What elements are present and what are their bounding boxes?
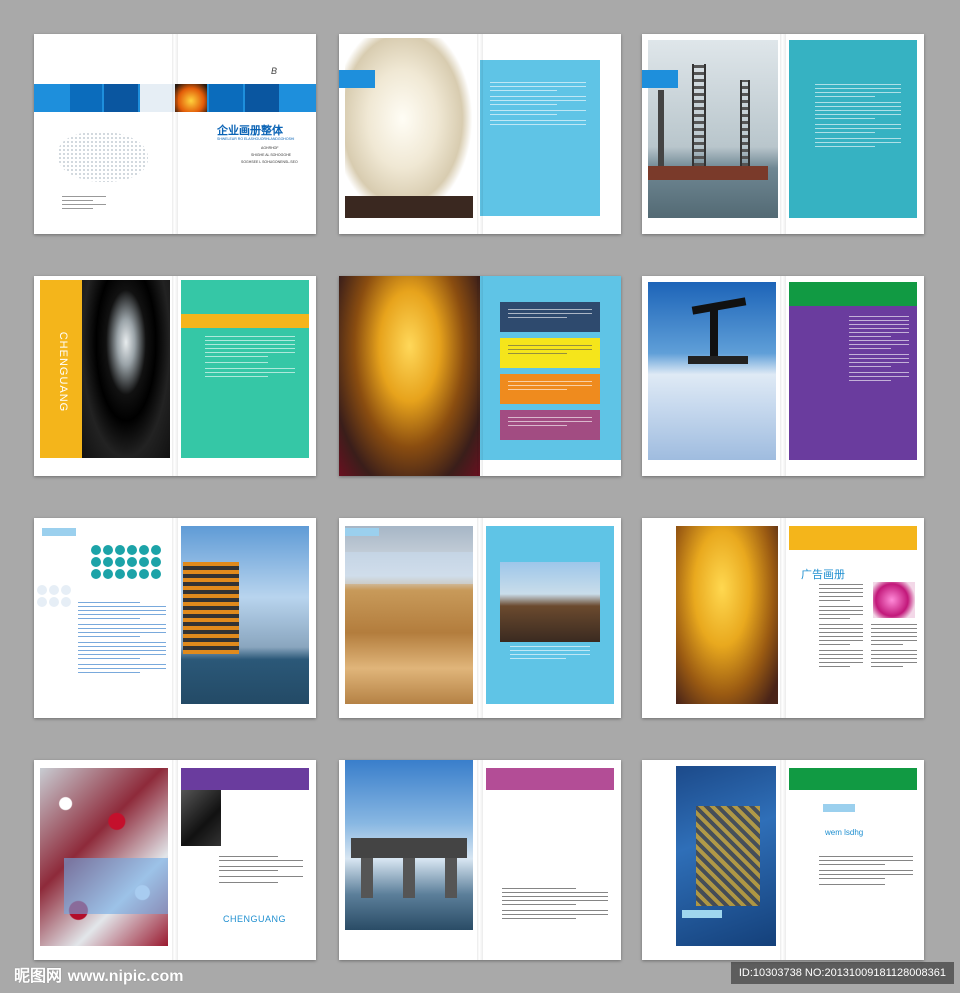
- purple-bar: [181, 768, 309, 790]
- rig-text-panel: [789, 40, 917, 218]
- amber-stone-photo: [676, 526, 778, 704]
- watermark-logo: 昵图网 www.nipic.com: [14, 962, 183, 986]
- brochure-title: 企业画册整体: [217, 125, 283, 137]
- blue-tab: [642, 70, 678, 88]
- purple-panel: [789, 306, 917, 460]
- magenta-bar: [486, 768, 614, 790]
- world-map-dots: [58, 132, 148, 182]
- cover-right-page: B 企业画册整体 SHWELEUR RO ELASHGUORHLANDGOHOS…: [175, 34, 316, 234]
- watermark-cn: 昵图网: [14, 966, 63, 985]
- gem-thumb: [873, 582, 915, 618]
- semisub-left-page: [339, 760, 480, 960]
- jade-carving-photo: [345, 38, 473, 218]
- yellow-box: [500, 338, 600, 368]
- semisub-right-page: [480, 760, 621, 960]
- diamond-coal-photo: [82, 280, 170, 458]
- amber-photo: [339, 276, 480, 476]
- jade-text-panel: [480, 60, 600, 216]
- coal-thumb: [181, 790, 221, 846]
- light-blue-tab: [823, 804, 855, 812]
- ad-left-page: [642, 518, 783, 718]
- wem-label: wem lsdhg: [825, 828, 864, 837]
- spread-jade: [339, 34, 621, 234]
- spread-dots: [34, 518, 316, 718]
- spread-desert: [339, 518, 621, 718]
- cover-blue-band: [34, 84, 175, 112]
- desert-dunes-photo: [345, 526, 473, 704]
- rig-left-page: [642, 34, 783, 234]
- offshore-right-page: wem lsdhg: [783, 760, 924, 960]
- offshore-aerial-photo: [676, 766, 776, 946]
- platform-sea-photo: [181, 526, 309, 704]
- gems-right-page: CHENGUANG: [175, 760, 316, 960]
- cover-sub-line-0: SHWELEUR RO ELASHGUORHLANDGOHOSHI: [217, 137, 295, 141]
- desert-right-page: [480, 518, 621, 718]
- pale-dot-grid: [36, 584, 76, 608]
- spread-offshore: wem lsdhg: [642, 760, 924, 960]
- watermark-site: www.nipic.com: [67, 968, 184, 985]
- spread-cover: B 企业画册整体 SHWELEUR RO ELASHGUORHLANDGOHOS…: [34, 34, 316, 234]
- light-blue-tab: [42, 528, 76, 536]
- ad-heading: 广告画册: [801, 569, 845, 581]
- diamond-right-page: [175, 276, 316, 476]
- teal-dot-grid: [90, 544, 162, 580]
- navy-box: [500, 302, 600, 332]
- oil-rig-photo: [648, 40, 778, 218]
- cover-sub-line-1: AGHRHOF: [261, 146, 279, 150]
- blue-panel: [486, 526, 614, 704]
- watermark-id: ID:10303738 NO:20131009181128008361: [730, 962, 954, 984]
- green-bar: [789, 768, 917, 790]
- offshore-left-page: [642, 760, 783, 960]
- cover-left-page: [34, 34, 175, 234]
- pumpjack-left-page: [642, 276, 783, 476]
- ad-right-page: 广告画册: [783, 518, 924, 718]
- spread-ad: 广告画册: [642, 518, 924, 718]
- diamond-thumb: [140, 84, 175, 112]
- dots-right-page: [175, 518, 316, 718]
- purple-box: [500, 410, 600, 440]
- spread-pumpjack: [642, 276, 924, 476]
- pumpjack-right-page: [783, 276, 924, 476]
- rig-right-page: [783, 34, 924, 234]
- desert-left-page: [339, 518, 480, 718]
- amber-right-page: [480, 276, 621, 476]
- jade-right-page: [480, 34, 621, 234]
- yellow-bar: [789, 526, 917, 550]
- teal-text-panel: [181, 280, 309, 458]
- cover-sub-line-2: SHIGHE AL SOHOGGHE: [251, 153, 291, 157]
- spread-oil-rig: [642, 34, 924, 234]
- spread-diamond-coal: CHENGUANG: [34, 276, 316, 476]
- green-bar: [789, 282, 917, 306]
- spread-gems: CHENGUANG: [34, 760, 316, 960]
- pumpjack-snow-photo: [648, 282, 776, 460]
- jade-left-page: [339, 34, 480, 234]
- amber-left-page: [339, 276, 480, 476]
- ruby-diamond-photo: [40, 768, 168, 946]
- spread-amber: [339, 276, 621, 476]
- gems-left-page: [34, 760, 175, 960]
- jade-stand: [345, 196, 473, 218]
- cover-contact-lines: [62, 196, 106, 212]
- rail-pumpjack-photo: [500, 562, 600, 642]
- cover-sub-line-3: SOGHSEE L SOHUGONENSL.SEO: [241, 160, 298, 164]
- blue-tab: [339, 70, 375, 88]
- semisubmersible-photo: [345, 760, 473, 930]
- flame-thumb: [175, 84, 207, 112]
- vertical-title: CHENGUANG: [57, 331, 69, 413]
- light-blue-tab: [345, 528, 379, 536]
- dots-left-page: [34, 518, 175, 718]
- diamond-left-page: CHENGUANG: [34, 276, 175, 476]
- cover-small-logo: B: [271, 66, 278, 76]
- chenguang-label: CHENGUANG: [223, 914, 287, 924]
- orange-box: [500, 374, 600, 404]
- spread-semisub: [339, 760, 621, 960]
